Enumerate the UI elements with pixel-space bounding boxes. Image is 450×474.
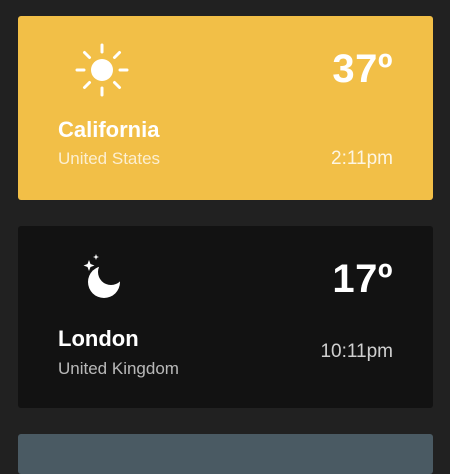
weather-card-california[interactable]: 37º California United States 2:11pm	[18, 16, 433, 200]
local-time: 10:11pm	[320, 341, 393, 362]
city-name: California	[58, 117, 160, 142]
temperature: 37º	[332, 47, 393, 91]
weather-card-partial[interactable]	[18, 434, 433, 474]
city-name: London	[58, 326, 139, 351]
local-time: 2:11pm	[331, 148, 393, 169]
temperature: 17º	[332, 257, 393, 301]
country-name: United Kingdom	[58, 359, 179, 378]
weather-card-london[interactable]: 17º London United Kingdom 10:11pm	[18, 226, 433, 408]
moon-stars-icon	[74, 250, 130, 306]
sun-icon	[74, 42, 130, 98]
country-name: United States	[58, 149, 161, 168]
